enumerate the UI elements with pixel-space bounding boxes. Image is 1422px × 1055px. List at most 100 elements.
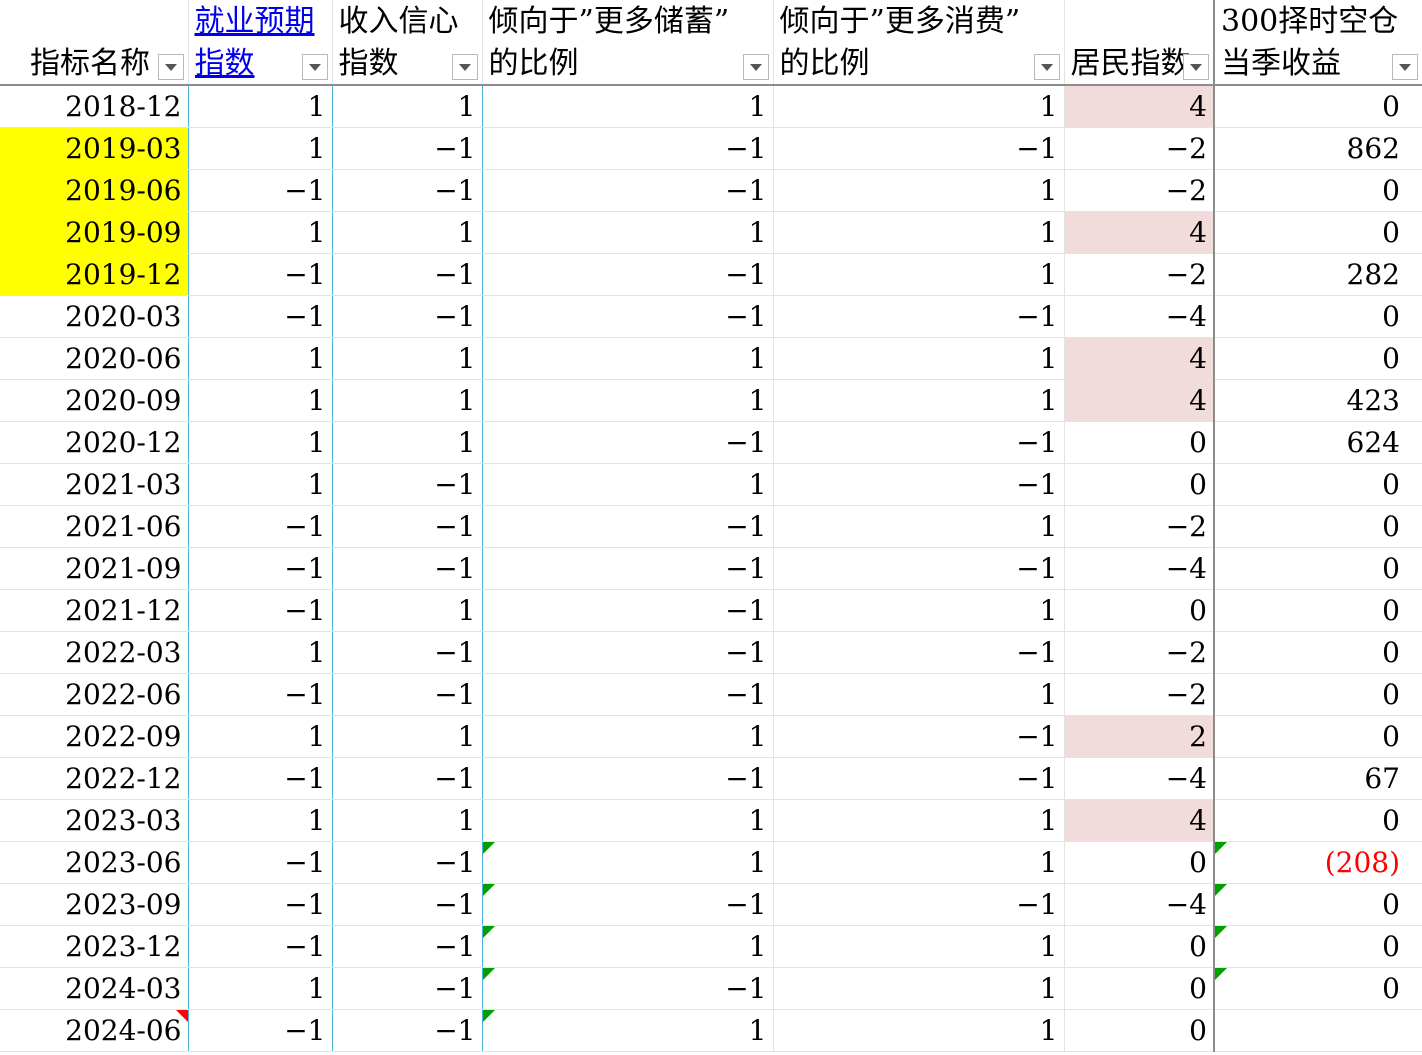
return-value-cell[interactable] xyxy=(1214,1009,1422,1052)
filter-dropdown-icon[interactable] xyxy=(1033,54,1060,80)
income-value-cell[interactable]: −1 xyxy=(332,757,483,800)
resident-index-cell[interactable]: 0 xyxy=(1064,967,1215,1010)
employment-value-cell[interactable]: −1 xyxy=(188,169,333,212)
date-cell[interactable]: 2022-09 xyxy=(0,715,189,758)
income-value-cell[interactable]: 1 xyxy=(332,337,483,380)
resident-index-cell[interactable]: −4 xyxy=(1064,547,1215,590)
income-value-cell[interactable]: −1 xyxy=(332,463,483,506)
savings-value-cell[interactable]: −1 xyxy=(482,673,774,716)
consumption-value-cell[interactable]: 1 xyxy=(773,799,1065,842)
return-value-cell[interactable]: 423 xyxy=(1214,379,1422,422)
date-cell[interactable]: 2020-09 xyxy=(0,379,189,422)
income-value-cell[interactable]: −1 xyxy=(332,841,483,884)
employment-value-cell[interactable]: 1 xyxy=(188,967,333,1010)
income-value-cell[interactable]: 1 xyxy=(332,799,483,842)
date-cell[interactable]: 2021-09 xyxy=(0,547,189,590)
return-value-cell[interactable]: 282 xyxy=(1214,253,1422,296)
date-cell[interactable]: 2020-06 xyxy=(0,337,189,380)
resident-index-cell[interactable]: 0 xyxy=(1064,421,1215,464)
resident-index-header[interactable]: 居民指数 xyxy=(1064,0,1215,86)
savings-value-cell[interactable]: 1 xyxy=(482,379,774,422)
savings-value-cell[interactable]: −1 xyxy=(482,169,774,212)
consumption-value-cell[interactable]: 1 xyxy=(773,967,1065,1010)
resident-index-cell[interactable]: −4 xyxy=(1064,757,1215,800)
return-value-cell[interactable]: 0 xyxy=(1214,883,1422,926)
savings-value-cell[interactable]: 1 xyxy=(482,799,774,842)
employment-value-cell[interactable]: −1 xyxy=(188,295,333,338)
return-value-cell[interactable]: 624 xyxy=(1214,421,1422,464)
return-value-cell[interactable]: 0 xyxy=(1214,799,1422,842)
resident-index-cell[interactable]: 2 xyxy=(1064,715,1215,758)
return-value-cell[interactable]: 0 xyxy=(1214,925,1422,968)
filter-dropdown-icon[interactable] xyxy=(301,54,328,80)
employment-value-cell[interactable]: 1 xyxy=(188,337,333,380)
date-cell[interactable]: 2019-06 xyxy=(0,169,189,212)
employment-expectation-header[interactable]: 就业预期 指数 xyxy=(188,0,333,86)
return-value-cell[interactable]: 0 xyxy=(1214,505,1422,548)
return-value-cell[interactable]: 0 xyxy=(1214,715,1422,758)
savings-value-cell[interactable]: 1 xyxy=(482,211,774,254)
employment-value-cell[interactable]: −1 xyxy=(188,673,333,716)
employment-value-cell[interactable]: −1 xyxy=(188,841,333,884)
date-cell[interactable]: 2023-03 xyxy=(0,799,189,842)
more-savings-ratio-header[interactable]: 倾向于”更多储蓄” 的比例 xyxy=(482,0,774,86)
income-value-cell[interactable]: −1 xyxy=(332,295,483,338)
income-value-cell[interactable]: 1 xyxy=(332,379,483,422)
consumption-value-cell[interactable]: 1 xyxy=(773,841,1065,884)
employment-value-cell[interactable]: −1 xyxy=(188,589,333,632)
date-cell[interactable]: 2019-09 xyxy=(0,211,189,254)
resident-index-cell[interactable]: −4 xyxy=(1064,295,1215,338)
savings-value-cell[interactable]: −1 xyxy=(482,127,774,170)
consumption-value-cell[interactable]: −1 xyxy=(773,295,1065,338)
resident-index-cell[interactable]: −2 xyxy=(1064,127,1215,170)
consumption-value-cell[interactable]: 1 xyxy=(773,589,1065,632)
consumption-value-cell[interactable]: −1 xyxy=(773,547,1065,590)
income-value-cell[interactable]: −1 xyxy=(332,547,483,590)
employment-value-cell[interactable]: 1 xyxy=(188,715,333,758)
date-cell[interactable]: 2022-12 xyxy=(0,757,189,800)
resident-index-cell[interactable]: −4 xyxy=(1064,883,1215,926)
income-value-cell[interactable]: −1 xyxy=(332,925,483,968)
return-value-cell[interactable]: 67 xyxy=(1214,757,1422,800)
date-cell[interactable]: 2022-06 xyxy=(0,673,189,716)
filter-dropdown-icon[interactable] xyxy=(157,54,184,80)
filter-dropdown-icon[interactable] xyxy=(742,54,769,80)
consumption-value-cell[interactable]: −1 xyxy=(773,127,1065,170)
resident-index-cell[interactable]: 4 xyxy=(1064,85,1215,128)
consumption-value-cell[interactable]: 1 xyxy=(773,673,1065,716)
savings-value-cell[interactable]: −1 xyxy=(482,967,774,1010)
savings-value-cell[interactable]: 1 xyxy=(482,925,774,968)
savings-value-cell[interactable]: −1 xyxy=(482,757,774,800)
return-value-cell[interactable]: 0 xyxy=(1214,673,1422,716)
employment-value-cell[interactable]: −1 xyxy=(188,253,333,296)
date-cell[interactable]: 2018-12 xyxy=(0,85,189,128)
return-value-cell[interactable]: 0 xyxy=(1214,295,1422,338)
consumption-value-cell[interactable]: 1 xyxy=(773,379,1065,422)
consumption-value-cell[interactable]: 1 xyxy=(773,253,1065,296)
income-value-cell[interactable]: −1 xyxy=(332,967,483,1010)
resident-index-cell[interactable]: 0 xyxy=(1064,1009,1215,1052)
resident-index-cell[interactable]: 4 xyxy=(1064,799,1215,842)
resident-index-cell[interactable]: −2 xyxy=(1064,253,1215,296)
income-value-cell[interactable]: −1 xyxy=(332,127,483,170)
employment-value-cell[interactable]: 1 xyxy=(188,85,333,128)
resident-index-cell[interactable]: 4 xyxy=(1064,211,1215,254)
savings-value-cell[interactable]: 1 xyxy=(482,85,774,128)
return-value-cell[interactable]: 0 xyxy=(1214,967,1422,1010)
savings-value-cell[interactable]: 1 xyxy=(482,715,774,758)
date-cell[interactable]: 2020-03 xyxy=(0,295,189,338)
return-value-cell[interactable]: 0 xyxy=(1214,85,1422,128)
income-value-cell[interactable]: 1 xyxy=(332,589,483,632)
resident-index-cell[interactable]: −2 xyxy=(1064,505,1215,548)
employment-value-cell[interactable]: 1 xyxy=(188,379,333,422)
return-value-cell[interactable]: 0 xyxy=(1214,631,1422,674)
income-value-cell[interactable]: 1 xyxy=(332,85,483,128)
consumption-value-cell[interactable]: 1 xyxy=(773,505,1065,548)
consumption-value-cell[interactable]: 1 xyxy=(773,1009,1065,1052)
income-confidence-header[interactable]: 收入信心 指数 xyxy=(332,0,483,86)
date-cell[interactable]: 2019-03 xyxy=(0,127,189,170)
resident-index-cell[interactable]: 4 xyxy=(1064,337,1215,380)
header-line2[interactable]: 指数 xyxy=(195,45,255,83)
savings-value-cell[interactable]: −1 xyxy=(482,505,774,548)
employment-value-cell[interactable]: −1 xyxy=(188,1009,333,1052)
